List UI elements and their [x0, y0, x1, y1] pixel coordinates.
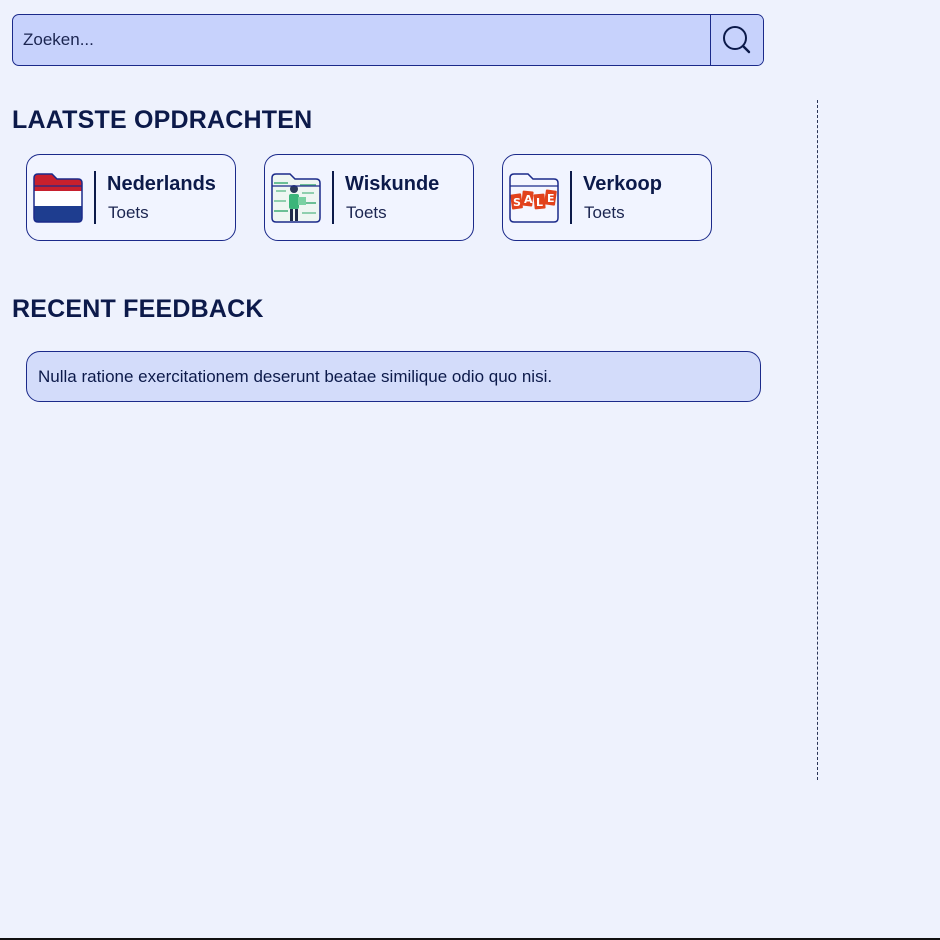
svg-text:E: E [547, 192, 555, 205]
sale-folder-icon: S A L E [509, 173, 559, 223]
svg-text:L: L [536, 196, 543, 209]
task-card-nederlands[interactable]: Nederlands Toets [26, 154, 236, 241]
feedback-text: Nulla ratione exercitationem deserunt be… [38, 366, 553, 386]
card-separator [332, 171, 334, 224]
page: LAATSTE OPDRACHTEN Nederlands Toets [0, 0, 940, 940]
section-title-latest-tasks: LAATSTE OPDRACHTEN [12, 106, 313, 134]
card-separator [94, 171, 96, 224]
section-title-recent-feedback: RECENT FEEDBACK [12, 295, 264, 323]
search-button[interactable] [710, 15, 763, 65]
task-title: Nederlands [107, 173, 216, 195]
task-subtitle: Toets [584, 203, 625, 222]
task-title: Verkoop [583, 173, 662, 195]
dutch-flag-folder-icon [33, 173, 83, 223]
task-card-wiskunde[interactable]: Wiskunde Toets [264, 154, 474, 241]
task-title: Wiskunde [345, 173, 440, 195]
vertical-divider [817, 100, 818, 780]
search-bar [12, 14, 764, 66]
card-separator [570, 171, 572, 224]
math-folder-icon [271, 173, 321, 223]
task-card-verkoop[interactable]: S A L E Verkoop Toets [502, 154, 712, 241]
feedback-item[interactable]: Nulla ratione exercitationem deserunt be… [26, 351, 761, 402]
task-subtitle: Toets [108, 203, 149, 222]
search-icon [723, 26, 751, 54]
svg-text:S: S [513, 196, 521, 209]
task-subtitle: Toets [346, 203, 387, 222]
svg-text:A: A [524, 193, 533, 206]
search-input[interactable] [13, 15, 710, 65]
